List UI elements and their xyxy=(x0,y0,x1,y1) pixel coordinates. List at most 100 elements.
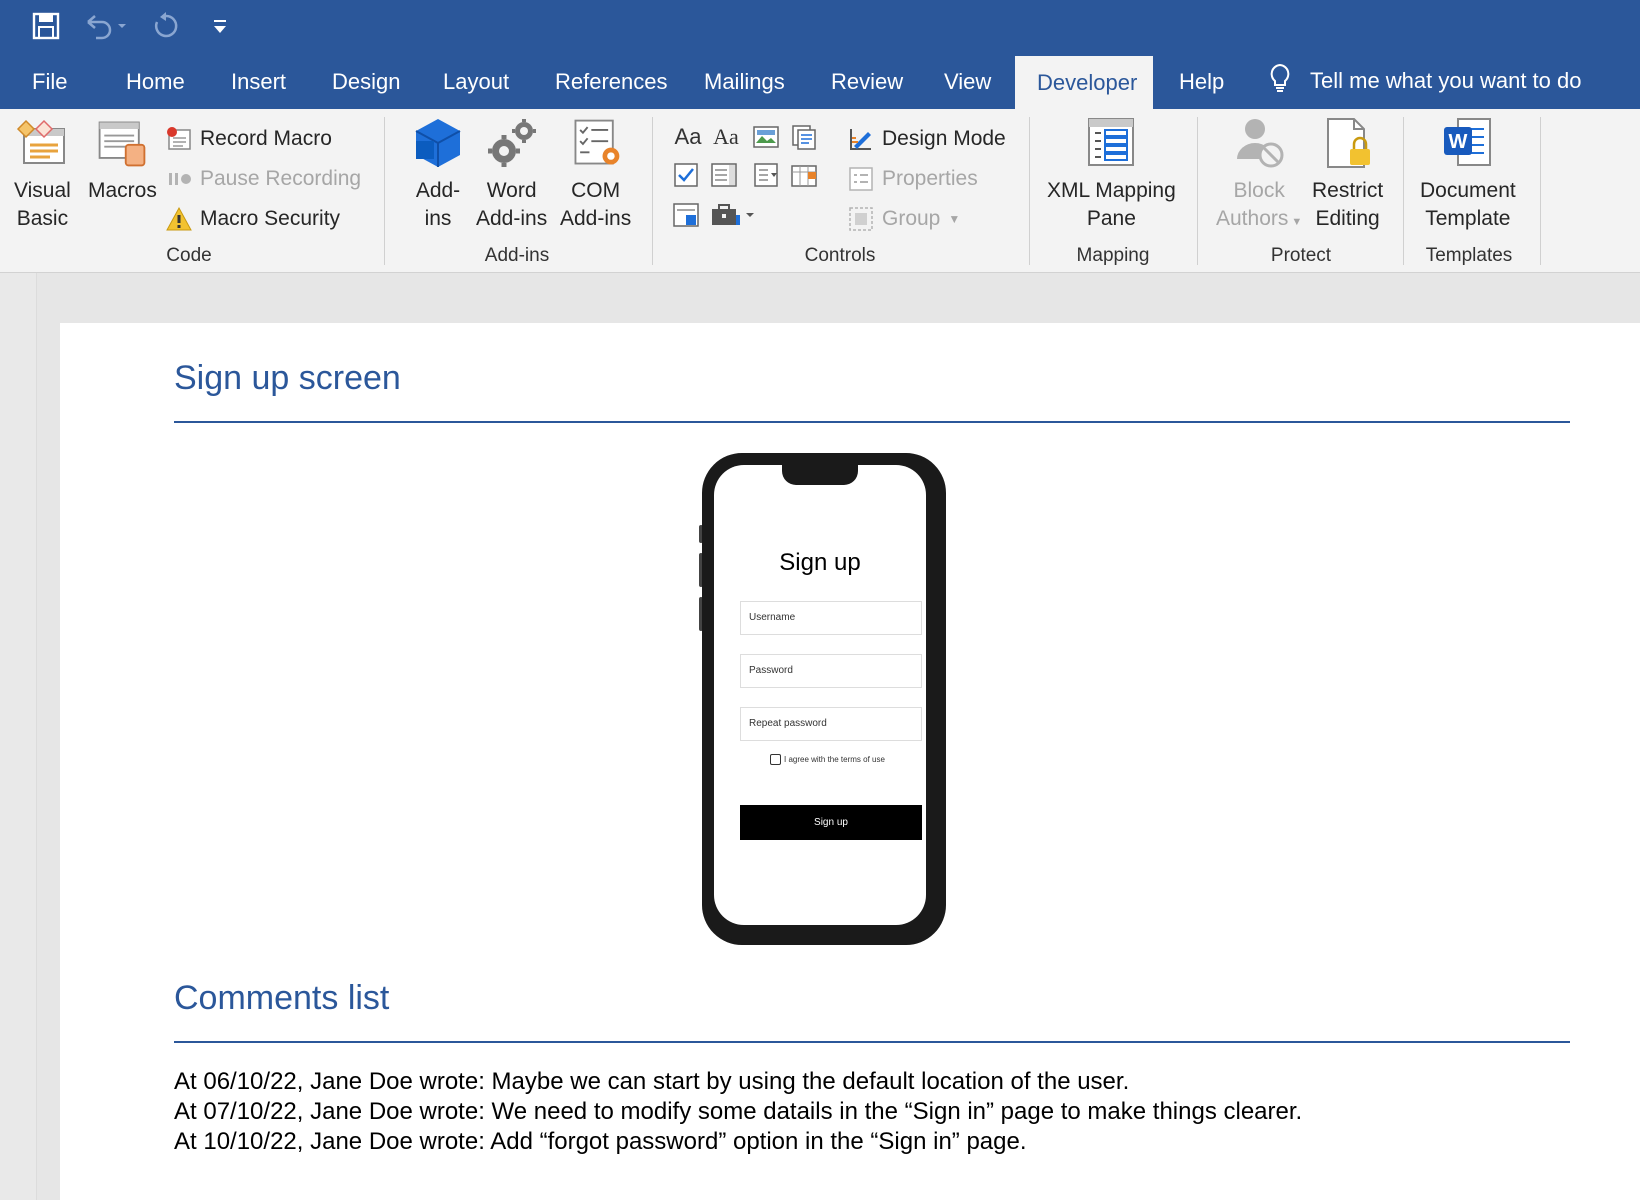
dropdown-list-control-icon[interactable] xyxy=(752,161,780,189)
developer-ribbon: Visual Basic Macros Record Macro Pause R… xyxy=(0,109,1640,273)
restrict-editing-button[interactable]: Restrict Editing xyxy=(1312,115,1383,233)
addins-button[interactable]: Add- ins xyxy=(410,115,466,233)
document-template-button[interactable]: W Document Template xyxy=(1420,115,1516,233)
terms-checkbox-row[interactable]: I agree with the terms of use xyxy=(770,754,885,765)
macro-security-label: Macro Security xyxy=(200,207,341,230)
restrict-editing-label-2: Editing xyxy=(1315,207,1380,230)
addins-label-2: ins xyxy=(424,207,452,230)
terms-checkbox[interactable] xyxy=(770,754,781,765)
tab-file[interactable]: File xyxy=(32,52,67,109)
pause-recording-button[interactable]: Pause Recording xyxy=(166,164,361,194)
word-window: File Home Insert Design Layout Reference… xyxy=(0,0,1640,1200)
xml-mapping-icon xyxy=(1083,115,1139,171)
picture-control-icon[interactable] xyxy=(752,123,780,151)
tab-view[interactable]: View xyxy=(944,52,991,109)
rich-text-control-icon[interactable]: Aa xyxy=(672,123,704,151)
group-button[interactable]: Group ▼ xyxy=(848,204,960,234)
group-label-code: Code xyxy=(166,245,212,266)
save-icon[interactable] xyxy=(30,10,62,42)
heading-comments-list: Comments list xyxy=(174,979,390,1017)
restrict-editing-label-1: Restrict xyxy=(1312,179,1384,202)
warning-icon xyxy=(166,206,192,232)
block-authors-label-2: Authors xyxy=(1216,207,1289,230)
group-label-templates: Templates xyxy=(1425,245,1513,266)
tell-me-box[interactable]: Tell me what you want to do xyxy=(1268,52,1581,109)
phone-screen: Sign up Username Password Repeat passwor… xyxy=(714,465,926,925)
tab-help[interactable]: Help xyxy=(1179,52,1224,109)
properties-icon xyxy=(848,166,874,192)
xml-mapping-pane-button[interactable]: XML Mapping Pane xyxy=(1047,115,1176,233)
block-authors-label-1: Block xyxy=(1233,179,1285,202)
comment-item: At 07/10/22, Jane Doe wrote: We need to … xyxy=(174,1098,1303,1125)
macros-label: Macros xyxy=(88,179,157,202)
phone-notch xyxy=(782,465,858,485)
macro-security-button[interactable]: Macro Security xyxy=(166,204,340,234)
word-addins-button[interactable]: Word Add-ins xyxy=(476,115,547,233)
checkbox-control-icon[interactable] xyxy=(672,161,700,189)
document-template-label-2: Template xyxy=(1425,207,1511,230)
svg-text:W: W xyxy=(1448,131,1467,153)
separator xyxy=(1540,117,1541,265)
plain-text-control-icon[interactable]: Aa xyxy=(710,123,742,151)
record-macro-button[interactable]: Record Macro xyxy=(166,124,332,154)
tab-mailings[interactable]: Mailings xyxy=(704,52,785,109)
combo-box-control-icon[interactable] xyxy=(710,161,738,189)
pause-icon xyxy=(166,166,192,192)
properties-button[interactable]: Properties xyxy=(848,164,978,194)
username-input[interactable]: Username xyxy=(740,601,922,635)
tell-me-text: Tell me what you want to do xyxy=(1310,67,1582,93)
tab-references[interactable]: References xyxy=(555,52,668,109)
visual-basic-button[interactable]: Visual Basic xyxy=(14,115,71,233)
block-authors-label-2-wrap: Authors ▼ xyxy=(1216,205,1302,236)
document-page[interactable]: Sign up screen Sign up Username Password… xyxy=(60,323,1640,1200)
design-mode-icon xyxy=(848,126,874,152)
chevron-down-icon: ▼ xyxy=(1288,216,1303,228)
com-addins-button[interactable]: COM Add-ins xyxy=(560,115,631,233)
addins-cube-icon xyxy=(410,115,466,171)
tab-design[interactable]: Design xyxy=(332,52,400,109)
properties-label: Properties xyxy=(882,167,978,190)
tab-insert[interactable]: Insert xyxy=(231,52,286,109)
redo-icon[interactable] xyxy=(150,10,182,42)
record-macro-label: Record Macro xyxy=(200,127,332,150)
comment-item: At 10/10/22, Jane Doe wrote: Add “forgot… xyxy=(174,1128,1027,1155)
separator xyxy=(1197,117,1198,265)
signup-button[interactable]: Sign up xyxy=(740,805,922,840)
phone-mockup: Sign up Username Password Repeat passwor… xyxy=(699,453,946,945)
visual-basic-icon xyxy=(14,115,70,171)
heading-sign-up-screen: Sign up screen xyxy=(174,359,401,397)
repeating-section-control-icon[interactable] xyxy=(672,201,700,229)
password-input[interactable]: Password xyxy=(740,654,922,688)
record-macro-icon xyxy=(166,126,192,152)
macros-button[interactable]: Macros xyxy=(88,115,157,205)
heading-rule xyxy=(174,1041,1570,1043)
word-addins-label-2: Add-ins xyxy=(476,207,548,230)
group-label-mapping: Mapping xyxy=(1076,245,1150,266)
word-addins-label-1: Word xyxy=(486,179,537,202)
repeat-password-input[interactable]: Repeat password xyxy=(740,707,922,741)
customize-qat-icon[interactable] xyxy=(204,10,236,42)
group-label: Group xyxy=(882,207,941,230)
separator xyxy=(1403,117,1404,265)
block-authors-button[interactable]: Block Authors ▼ xyxy=(1216,115,1302,236)
date-picker-control-icon[interactable] xyxy=(790,161,818,189)
lightbulb-icon xyxy=(1268,63,1292,99)
tab-developer[interactable]: Developer xyxy=(1015,56,1153,109)
legacy-tools-icon[interactable] xyxy=(710,201,756,229)
com-addins-label-2: Add-ins xyxy=(560,207,632,230)
tab-layout[interactable]: Layout xyxy=(443,52,509,109)
addins-label-1: Add- xyxy=(415,179,461,202)
xml-mapping-label-2: Pane xyxy=(1086,207,1136,230)
building-block-control-icon[interactable] xyxy=(790,123,818,151)
group-label-addins: Add-ins xyxy=(484,245,550,266)
com-addins-icon xyxy=(568,115,624,171)
group-icon xyxy=(848,206,874,232)
design-mode-button[interactable]: Design Mode xyxy=(848,124,1006,154)
tab-home[interactable]: Home xyxy=(126,52,185,109)
undo-icon[interactable] xyxy=(84,10,128,42)
terms-label: I agree with the terms of use xyxy=(784,755,885,764)
tab-review[interactable]: Review xyxy=(831,52,903,109)
ribbon-tabs: File Home Insert Design Layout Reference… xyxy=(0,52,1640,109)
heading-rule xyxy=(174,421,1570,423)
xml-mapping-label-1: XML Mapping xyxy=(1047,179,1176,202)
